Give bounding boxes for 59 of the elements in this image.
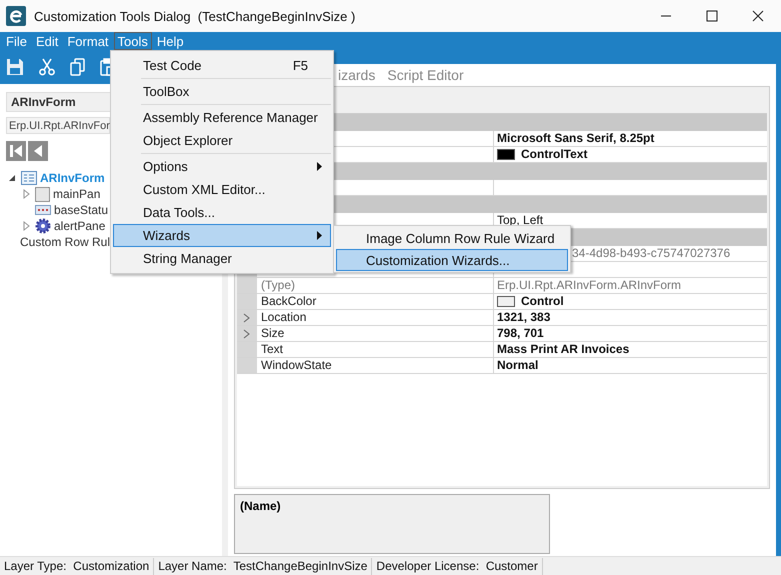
property-value[interactable]: ControlText bbox=[521, 147, 588, 162]
menu-item[interactable]: Format bbox=[63, 32, 113, 50]
gear-icon bbox=[35, 218, 51, 234]
tree-item[interactable]: baseStatu bbox=[54, 203, 108, 217]
menu-item[interactable]: Tools bbox=[114, 32, 152, 50]
save-icon[interactable] bbox=[6, 58, 24, 76]
property-value[interactable]: 34-4d98-b493-c75747027376 bbox=[572, 246, 730, 261]
menu-item[interactable]: Edit bbox=[32, 32, 62, 50]
status-text: Developer License: Customer bbox=[372, 558, 543, 574]
tab[interactable]: Script Editor bbox=[387, 67, 464, 83]
shortcut-label: F5 bbox=[292, 58, 308, 73]
menu-item[interactable]: Custom XML Editor... bbox=[113, 178, 331, 201]
property-name: BackColor bbox=[261, 294, 316, 308]
tree-item[interactable]: alertPane bbox=[54, 219, 106, 233]
menu-item[interactable]: File bbox=[2, 32, 31, 50]
tree-item[interactable]: ARInvForm bbox=[40, 171, 105, 185]
status-text: Layer Name: TestChangeBeginInvSize bbox=[154, 558, 372, 574]
panel-icon bbox=[35, 186, 50, 202]
tree-item[interactable]: Custom Row Rul bbox=[20, 235, 110, 249]
tab[interactable]: izards bbox=[338, 67, 376, 83]
property-name: Location bbox=[261, 310, 306, 324]
form-name-label: ARInvForm bbox=[6, 92, 112, 112]
copy-icon[interactable] bbox=[70, 58, 86, 76]
property-value[interactable]: Erp.UI.Rpt.ARInvForm.ARInvForm bbox=[497, 278, 682, 293]
property-value[interactable]: Microsoft Sans Serif, 8.25pt bbox=[497, 131, 654, 146]
property-value[interactable]: Top, Left bbox=[497, 213, 544, 228]
menu-item[interactable]: Data Tools... bbox=[113, 201, 331, 224]
status-bar-icon bbox=[35, 205, 51, 215]
property-value[interactable]: Normal bbox=[497, 358, 538, 373]
property-value[interactable]: Control bbox=[521, 294, 564, 309]
form-class-field: Erp.UI.Rpt.ARInvFor bbox=[6, 117, 110, 134]
first-record-button[interactable] bbox=[6, 141, 26, 161]
property-value[interactable]: 1321, 383 bbox=[497, 310, 550, 325]
cut-icon[interactable] bbox=[38, 58, 56, 76]
menu-item[interactable]: Test Code F5 bbox=[113, 54, 331, 77]
menu-item[interactable]: Object Explorer bbox=[113, 129, 331, 152]
expand-icon[interactable] bbox=[243, 312, 251, 322]
property-value[interactable]: Mass Print AR Invoices bbox=[497, 342, 630, 357]
menu-item[interactable]: String Manager bbox=[113, 247, 331, 270]
property-name: WindowState bbox=[261, 358, 332, 372]
property-name: Size bbox=[261, 326, 284, 340]
expand-icon[interactable] bbox=[243, 328, 251, 338]
app-logo-icon bbox=[6, 6, 26, 26]
menu-item[interactable]: Help bbox=[152, 32, 188, 50]
description-panel: (Name) bbox=[234, 494, 550, 554]
menu-item[interactable]: Customization Wizards... bbox=[336, 249, 568, 271]
window-title: Customization Tools Dialog (TestChangeBeginInvSize ) bbox=[34, 8, 356, 24]
property-name: Text bbox=[261, 342, 284, 356]
menu-item[interactable]: Assembly Reference Manager bbox=[113, 106, 331, 129]
previous-record-button[interactable] bbox=[28, 141, 48, 161]
form-icon bbox=[21, 171, 37, 185]
tree-item[interactable]: mainPan bbox=[53, 187, 100, 201]
status-text: Layer Type: Customization bbox=[0, 558, 154, 574]
property-name: (Type) bbox=[261, 278, 296, 292]
menu-item[interactable]: Wizards bbox=[113, 224, 331, 247]
menu-item[interactable]: Image Column Row Rule Wizard bbox=[336, 227, 568, 249]
menu-item[interactable]: Options bbox=[113, 155, 331, 178]
property-value[interactable]: 798, 701 bbox=[497, 326, 544, 341]
menu-item[interactable]: ToolBox bbox=[113, 80, 331, 103]
